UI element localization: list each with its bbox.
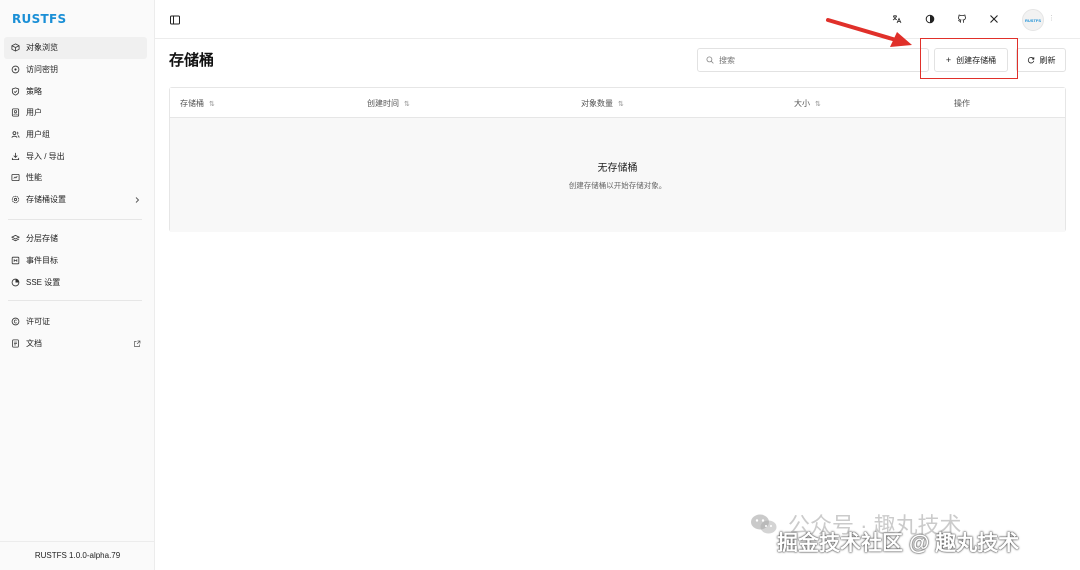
sidebar-item-label: 许可证 [26,317,50,327]
sidebar-item-import-export[interactable]: 导入 / 导出 [4,145,147,167]
column-header-created[interactable]: 创建时间 ⇅ [367,98,410,109]
buckets-table: 存储桶 ⇅ 创建时间 ⇅ 对象数量 ⇅ 大小 ⇅ 操作 无存储桶 创建存储桶以开始存储对… [169,87,1066,232]
sidebar-item-label: 事件目标 [26,256,58,266]
sidebar-item-label: 策略 [26,86,42,96]
column-header-objects[interactable]: 对象数量 ⇅ [581,98,624,109]
avatar[interactable]: RUSTFS [1022,9,1044,31]
nav-group-storage: 分层存储 事件目标 SSE 设置 [4,228,147,293]
copyright-icon [10,317,20,327]
more-icon[interactable]: ⋮ [1048,14,1055,22]
sort-icon: ⇅ [404,100,410,108]
search-input[interactable] [719,55,909,65]
sort-icon: ⇅ [209,100,215,108]
sidebar-item-label: 导入 / 导出 [26,151,65,161]
sidebar-item-performance[interactable]: 性能 [4,167,147,189]
sidebar-item-label: SSE 设置 [26,277,61,287]
github-icon[interactable] [956,13,968,25]
settings-icon [10,195,20,205]
key-icon [10,65,20,75]
sort-icon: ⇅ [815,100,821,108]
highlight-annotation-box [920,38,1018,79]
users-icon [10,130,20,140]
sidebar-item-bucket-settings[interactable]: 存储桶设置 [4,189,147,211]
sidebar-item-label: 对象浏览 [26,43,58,53]
sort-icon: ⇅ [618,100,624,108]
rustfs-logo[interactable]: RUSTFS [12,12,66,26]
sidebar: RUSTFS 对象浏览 访问密钥 策略 用户 用户组 导入 / 导出 性能 存储… [0,0,155,570]
sidebar-item-access-keys[interactable]: 访问密钥 [4,59,147,81]
column-header-bucket[interactable]: 存储桶 ⇅ [180,98,215,109]
column-header-actions: 操作 [954,99,970,108]
page-title: 存储桶 [169,52,215,69]
sidebar-item-label: 性能 [26,173,42,183]
gauge-icon [10,173,20,183]
refresh-icon [1027,57,1034,64]
sidebar-item-label: 用户 [26,108,42,118]
download-icon [10,151,20,161]
empty-state-subtitle: 创建存储桶以开始存储对象。 [568,181,667,190]
app-version: RUSTFS 1.0.0-alpha.79 [34,551,121,560]
sidebar-item-label: 文档 [26,339,42,349]
table-header: 存储桶 ⇅ 创建时间 ⇅ 对象数量 ⇅ 大小 ⇅ 操作 [170,88,1065,118]
nav-group-main: 对象浏览 访问密钥 策略 用户 用户组 导入 / 导出 性能 存储桶设置 [4,37,147,211]
layers-icon [10,234,20,244]
sidebar-footer-divider [0,541,155,542]
sidebar-item-label: 分层存储 [26,234,58,244]
red-arrow-annotation [826,18,912,47]
table-empty-state: 无存储桶 创建存储桶以开始存储对象。 [170,118,1065,232]
sidebar-item-docs[interactable]: 文档 [4,333,147,355]
user-icon [10,108,20,118]
target-icon [10,256,20,266]
theme-icon[interactable] [924,13,936,25]
sidebar-item-user-groups[interactable]: 用户组 [4,124,147,146]
sidebar-divider [8,219,142,220]
chevron-right-icon [133,196,141,204]
column-header-size[interactable]: 大小 ⇅ [794,98,821,109]
doc-icon [10,339,20,349]
x-icon[interactable] [988,13,1000,25]
box-icon [10,43,20,53]
shield-icon [10,86,20,96]
external-link-icon [133,340,141,348]
lock-icon [10,277,20,287]
nav-group-misc: 许可证 文档 [4,311,147,354]
sidebar-item-label: 存储桶设置 [26,195,66,205]
empty-state-title: 无存储桶 [597,163,638,174]
sidebar-item-license[interactable]: 许可证 [4,311,147,333]
sidebar-item-label: 用户组 [26,130,50,140]
sidebar-item-users[interactable]: 用户 [4,102,147,124]
wechat-icon [751,514,777,534]
sidebar-item-tiering[interactable]: 分层存储 [4,228,147,250]
sidebar-item-label: 访问密钥 [26,65,58,75]
sidebar-item-policies[interactable]: 策略 [4,80,147,102]
refresh-button[interactable]: 刷新 [1016,48,1066,72]
sidebar-divider [8,300,142,301]
sidebar-item-sse-settings[interactable]: SSE 设置 [4,271,147,293]
refresh-label: 刷新 [1039,55,1056,65]
sidebar-item-event-targets[interactable]: 事件目标 [4,250,147,272]
topbar: RUSTFS ⋮ [155,0,1080,39]
search-icon [706,56,714,64]
sidebar-item-object-browser[interactable]: 对象浏览 [4,37,147,59]
watermark-line2: 掘金技术社区 @ 趣丸技术 [777,532,1020,555]
sidebar-toggle-icon[interactable] [169,13,181,25]
